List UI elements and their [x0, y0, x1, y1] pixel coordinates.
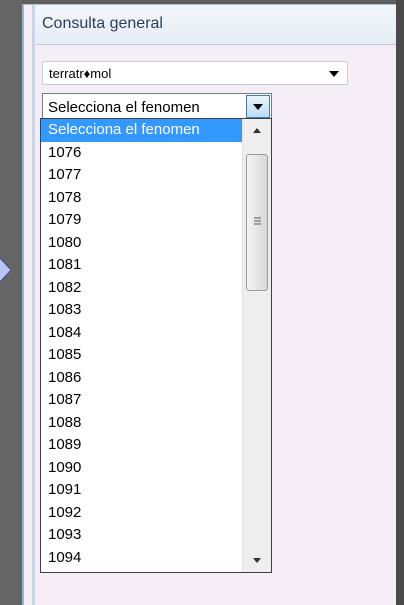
dropdown-option[interactable]: 1091 [41, 479, 242, 502]
scroll-down-button[interactable] [243, 550, 271, 572]
dropdown-option[interactable]: 1093 [41, 524, 242, 547]
dropdown-option[interactable]: 1094 [41, 547, 242, 570]
scrollbar[interactable] [242, 119, 271, 572]
grip-icon [254, 217, 261, 225]
panel-title: Consulta general [42, 15, 163, 32]
phenomenon-combobox-value: Selecciona el fenomen [48, 99, 200, 116]
dropdown-option-selected[interactable]: Selecciona el fenomen [41, 119, 242, 142]
panel-header: Consulta general [36, 5, 396, 45]
arrow-down-icon [253, 558, 261, 563]
dropdown-option[interactable]: 1081 [41, 254, 242, 277]
dropdown-option[interactable]: 1078 [41, 187, 242, 210]
dropdown-option[interactable]: 1086 [41, 367, 242, 390]
expand-arrow-icon[interactable] [0, 256, 12, 284]
dropdown-option[interactable]: 1084 [41, 322, 242, 345]
scroll-up-button[interactable] [243, 119, 271, 141]
dropdown-option[interactable]: 1088 [41, 412, 242, 435]
dropdown-option[interactable]: 1092 [41, 502, 242, 525]
phenomenon-dropdown-button[interactable] [246, 95, 270, 118]
filter-combobox-value: terratr♦mol [49, 66, 112, 81]
panel-divider [32, 5, 35, 605]
chevron-down-icon [253, 104, 263, 110]
left-frame [0, 0, 22, 605]
dropdown-option[interactable]: 1087 [41, 389, 242, 412]
dropdown-option[interactable]: 1079 [41, 209, 242, 232]
dropdown-option[interactable]: 1082 [41, 277, 242, 300]
options-list: Selecciona el fenomen 1076 1077 1078 1079 108… [41, 119, 242, 572]
dropdown-option[interactable]: 1083 [41, 299, 242, 322]
scrollbar-thumb[interactable] [246, 154, 268, 291]
phenomenon-combobox[interactable]: Selecciona el fenomen [42, 93, 272, 120]
phenomenon-dropdown-list[interactable]: Selecciona el fenomen 1076 1077 1078 1079 108… [40, 118, 272, 573]
filter-combobox[interactable]: terratr♦mol [42, 61, 348, 85]
dropdown-option[interactable]: 1080 [41, 232, 242, 255]
dropdown-option[interactable]: 1085 [41, 344, 242, 367]
dropdown-option[interactable]: 1077 [41, 164, 242, 187]
right-frame [396, 0, 404, 605]
dropdown-option[interactable]: 1090 [41, 457, 242, 480]
chevron-down-icon[interactable] [329, 71, 339, 77]
arrow-up-icon [253, 128, 261, 133]
dropdown-option[interactable]: 1076 [41, 142, 242, 165]
dropdown-option[interactable]: 1089 [41, 434, 242, 457]
